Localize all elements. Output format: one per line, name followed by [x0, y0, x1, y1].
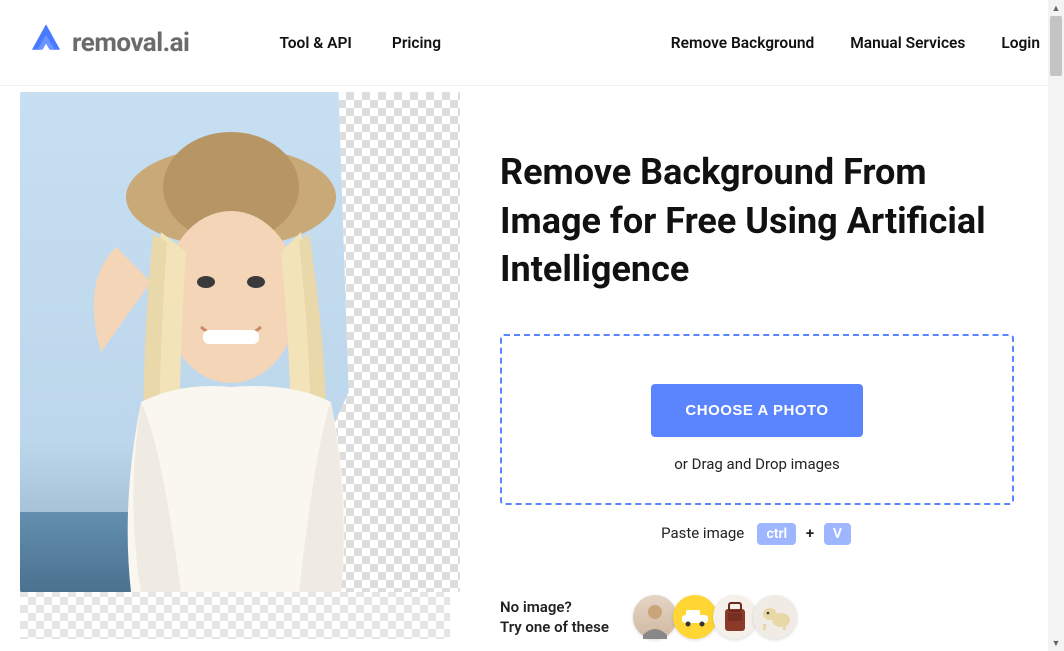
try-line2: Try one of these [500, 617, 609, 637]
hero-person-illustration [41, 102, 421, 592]
try-row: No image? Try one of these [500, 595, 1014, 639]
headline: Remove Background From Image for Free Us… [500, 148, 1014, 294]
hero-image [20, 92, 460, 592]
scroll-up-arrow[interactable]: ▲ [1048, 0, 1064, 16]
hero-image-column [0, 86, 458, 639]
logo-text: removal.ai [72, 28, 189, 58]
drop-text: or Drag and Drop images [522, 455, 992, 473]
nav-primary: Tool & API Pricing [279, 34, 441, 52]
choose-photo-button[interactable]: CHOOSE A PHOTO [651, 384, 862, 437]
scroll-thumb[interactable] [1050, 16, 1062, 76]
header: removal.ai Tool & API Pricing Remove Bac… [0, 0, 1064, 86]
sample-car[interactable] [673, 595, 717, 639]
sample-person[interactable] [633, 595, 677, 639]
logo-icon [24, 19, 68, 67]
sample-dog[interactable] [753, 595, 797, 639]
nav-remove-background[interactable]: Remove Background [671, 34, 814, 52]
sample-images [633, 595, 797, 639]
kbd-v: V [824, 523, 851, 545]
dropzone[interactable]: CHOOSE A PHOTO or Drag and Drop images [500, 334, 1014, 505]
logo[interactable]: removal.ai [24, 19, 189, 67]
nav-login[interactable]: Login [1001, 34, 1040, 52]
scrollbar[interactable]: ▲ ▼ [1048, 0, 1064, 651]
kbd-ctrl: ctrl [757, 523, 796, 545]
paste-label: Paste image [661, 524, 744, 542]
nav-manual-services[interactable]: Manual Services [850, 34, 965, 52]
kbd-plus: + [806, 524, 814, 542]
scroll-down-arrow[interactable]: ▼ [1048, 635, 1064, 651]
paste-row: Paste image ctrl + V [500, 523, 1014, 545]
nav-pricing[interactable]: Pricing [392, 34, 441, 52]
content-column: Remove Background From Image for Free Us… [458, 86, 1064, 639]
nav-secondary: Remove Background Manual Services Login [671, 34, 1040, 52]
try-line1: No image? [500, 597, 609, 617]
main: Remove Background From Image for Free Us… [0, 86, 1064, 639]
try-text: No image? Try one of these [500, 597, 609, 638]
nav-tool-api[interactable]: Tool & API [279, 34, 351, 52]
sample-bag[interactable] [713, 595, 757, 639]
